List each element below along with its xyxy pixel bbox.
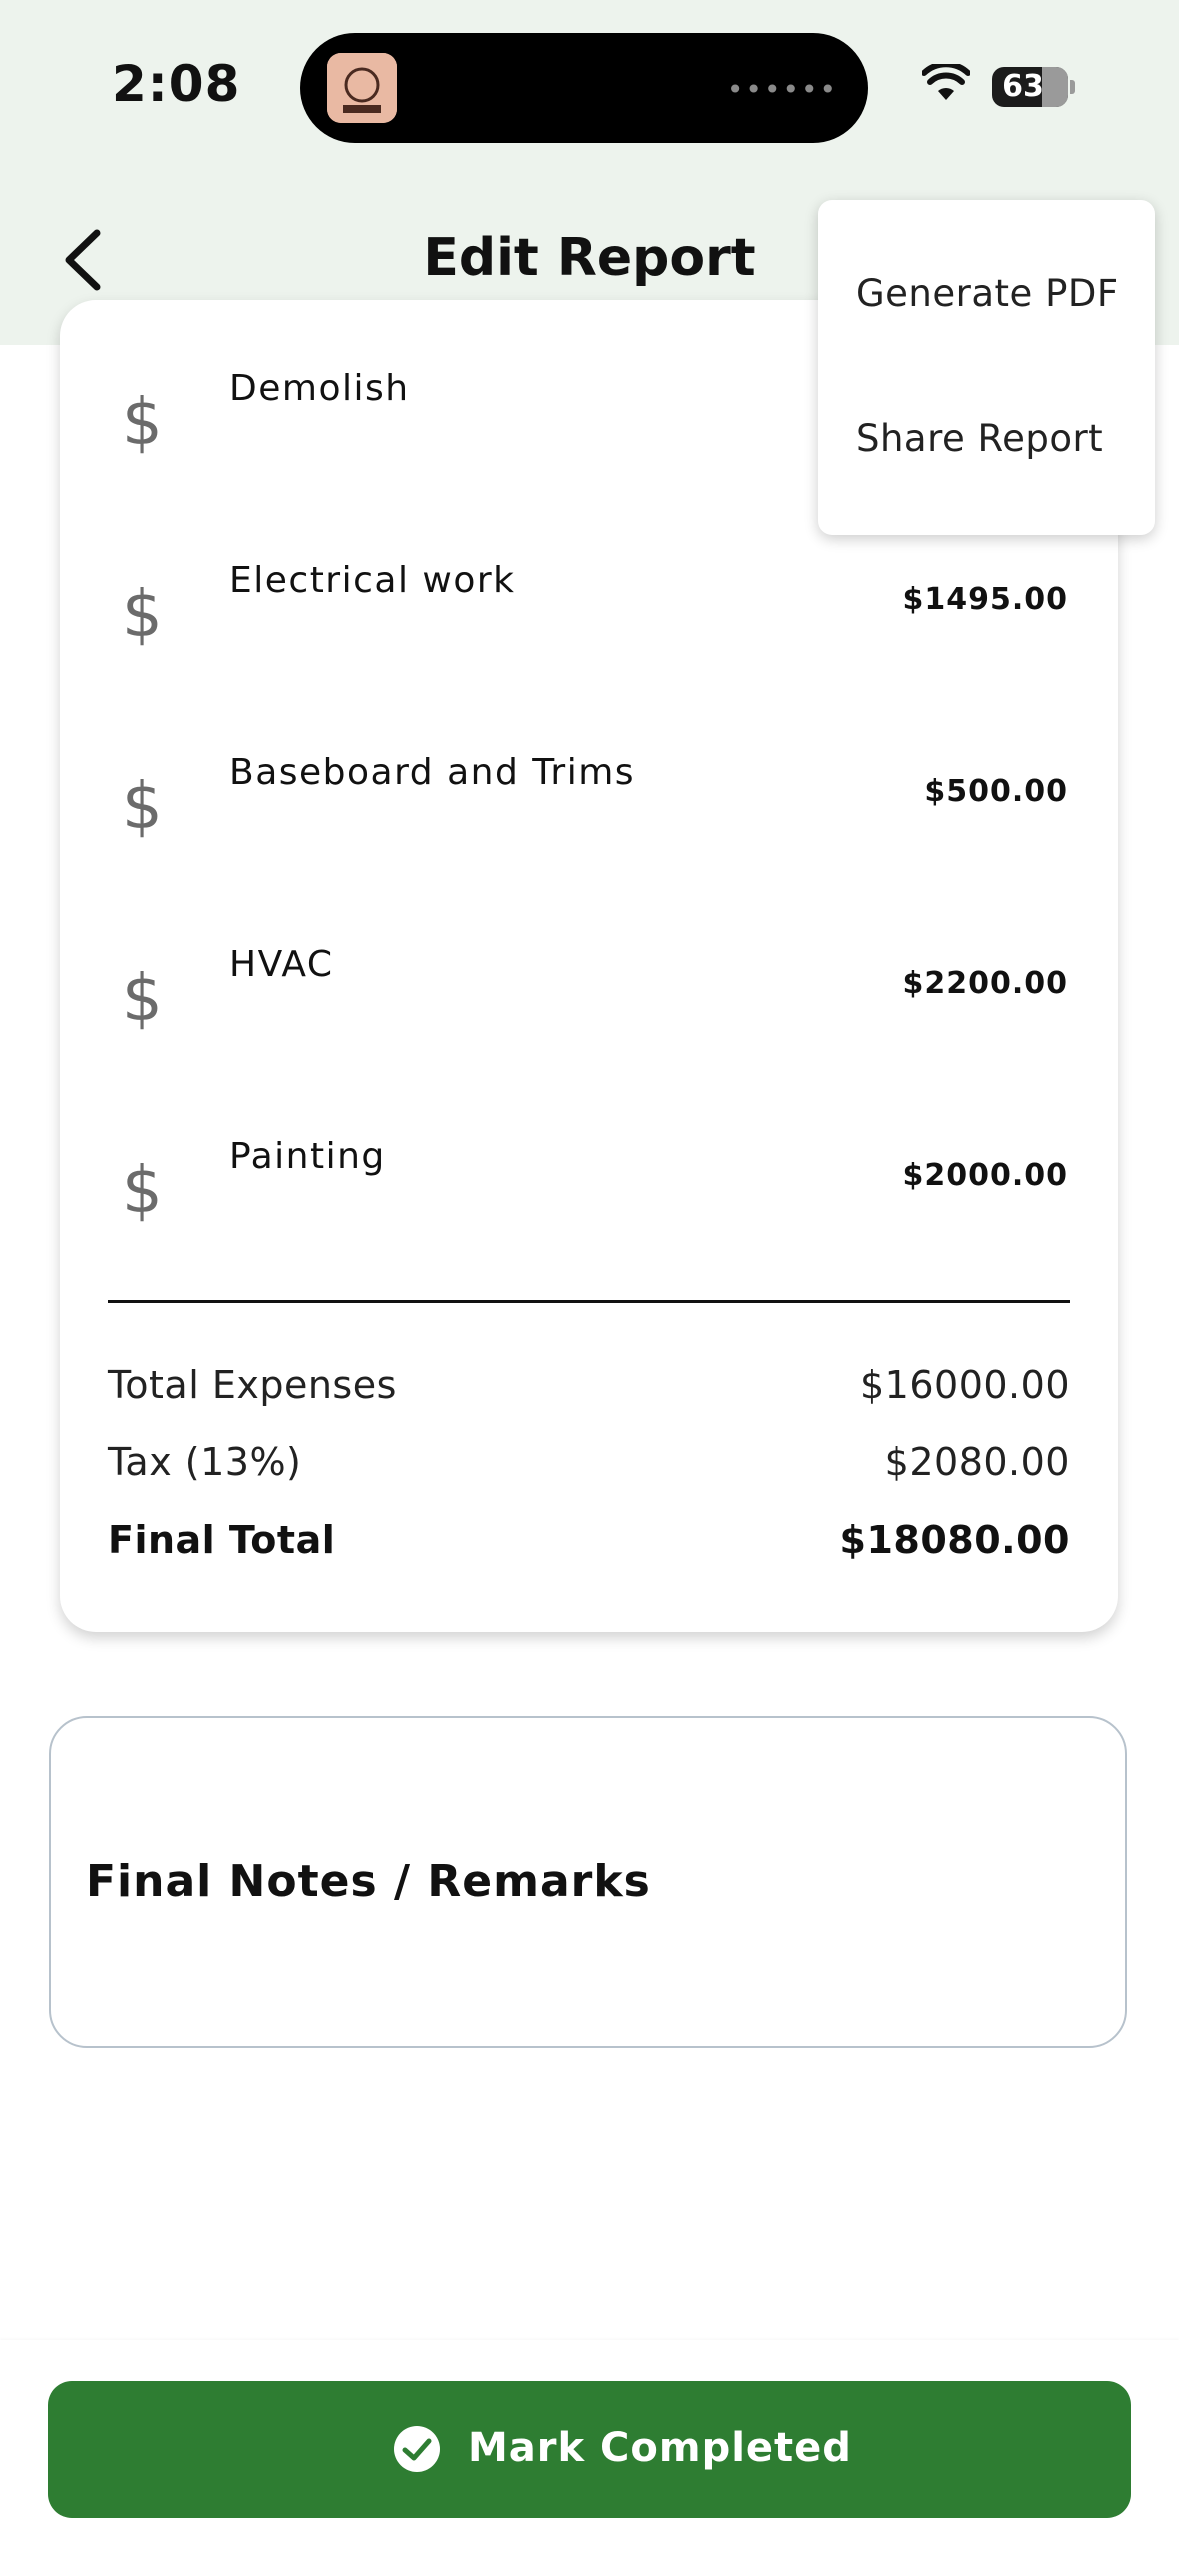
dynamic-island: ••••••	[300, 33, 868, 143]
final-notes-label: Final Notes / Remarks	[86, 1856, 651, 1907]
tax-label: Tax (13%)	[108, 1440, 302, 1484]
dollar-icon: $	[122, 386, 163, 460]
menu-item-share-report[interactable]: Share Report	[856, 417, 1103, 460]
total-expenses-value: $16000.00	[860, 1363, 1070, 1407]
menu-item-generate-pdf[interactable]: Generate PDF	[856, 272, 1119, 315]
expense-amount: $1495.00	[902, 582, 1068, 617]
expense-name: Electrical work	[229, 560, 516, 601]
wifi-icon	[922, 64, 970, 100]
battery-tip-icon	[1070, 80, 1075, 94]
summary-divider	[108, 1300, 1070, 1303]
total-expenses-row: Total Expenses $16000.00	[108, 1363, 1070, 1419]
dollar-icon: $	[122, 578, 163, 652]
final-total-value: $18080.00	[839, 1518, 1070, 1562]
expense-row[interactable]: $ Painting $2000.00	[60, 1068, 1118, 1260]
tax-row: Tax (13%) $2080.00	[108, 1440, 1070, 1496]
battery-icon: 63	[992, 67, 1068, 107]
expense-row[interactable]: $ Baseboard and Trims $500.00	[60, 684, 1118, 876]
expense-row[interactable]: $ HVAC $2200.00	[60, 876, 1118, 1068]
final-total-row: Final Total $18080.00	[108, 1518, 1070, 1574]
expense-amount: $500.00	[924, 774, 1068, 809]
dollar-icon: $	[122, 962, 163, 1036]
app-logo-icon	[327, 53, 397, 123]
check-circle-icon	[394, 2426, 440, 2472]
overflow-menu: Generate PDF Share Report	[818, 200, 1155, 535]
tax-value: $2080.00	[884, 1440, 1070, 1484]
expense-name: Painting	[229, 1136, 386, 1177]
expense-name: Demolish	[229, 368, 410, 409]
expense-amount: $2200.00	[902, 966, 1068, 1001]
total-expenses-label: Total Expenses	[108, 1363, 397, 1407]
mark-completed-button[interactable]: Mark Completed	[48, 2381, 1131, 2518]
expense-name: HVAC	[229, 944, 334, 985]
status-time: 2:08	[112, 55, 241, 113]
final-total-label: Final Total	[108, 1518, 336, 1562]
dollar-icon: $	[122, 1154, 163, 1228]
activity-dots-icon: ••••••	[726, 73, 838, 106]
battery-level: 63	[1002, 69, 1044, 104]
expense-amount: $2000.00	[902, 1158, 1068, 1193]
final-notes-field[interactable]: Final Notes / Remarks	[49, 1716, 1127, 2048]
mark-completed-label: Mark Completed	[468, 2425, 852, 2471]
expense-name: Baseboard and Trims	[229, 752, 636, 793]
dollar-icon: $	[122, 770, 163, 844]
